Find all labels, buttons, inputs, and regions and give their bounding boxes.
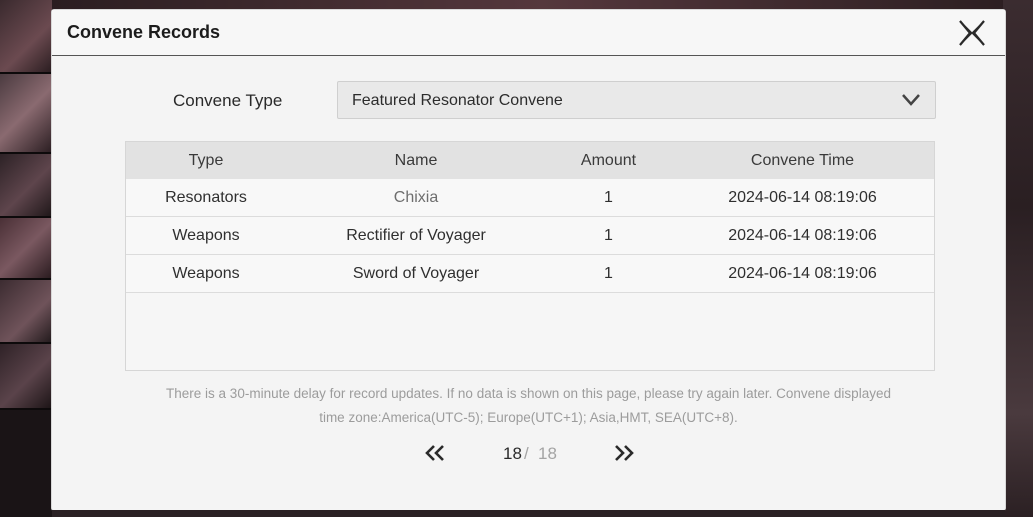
convene-type-select[interactable]: Featured Resonator Convene — [337, 81, 936, 119]
cell-time: 2024-06-14 08:19:06 — [728, 226, 877, 244]
header-name: Name — [394, 151, 438, 169]
cell-amount: 1 — [604, 188, 613, 206]
delay-notice: There is a 30-minute delay for record up… — [112, 382, 945, 430]
chevron-down-icon — [902, 94, 920, 106]
convene-type-filter: Convene Type Featured Resonator Convene — [52, 81, 1005, 119]
backdrop-thumbnail — [0, 280, 52, 344]
timezone-notice-line: time zone:America(UTC-5); Europe(UTC+1);… — [319, 410, 738, 425]
cell-amount: 1 — [604, 264, 613, 282]
cell-type: Resonators — [165, 188, 247, 206]
cell-amount: 1 — [604, 226, 613, 244]
double-chevron-left-icon[interactable] — [424, 444, 446, 462]
dialog-header: Convene Records — [52, 10, 1005, 56]
dialog-title: Convene Records — [67, 22, 221, 42]
table-header-row: Type Name Amount Convene Time — [126, 142, 934, 179]
header-convene-time: Convene Time — [750, 151, 855, 169]
page-separator: / — [524, 444, 529, 463]
cell-name: Rectifier of Voyager — [346, 226, 486, 244]
convene-type-label: Convene Type — [173, 91, 283, 110]
header-amount: Amount — [580, 151, 637, 169]
cell-name: Sword of Voyager — [352, 264, 480, 282]
current-page: 18 — [503, 444, 522, 463]
cell-time: 2024-06-14 08:19:06 — [728, 264, 877, 282]
double-chevron-right-icon[interactable] — [613, 444, 635, 462]
cell-time: 2024-06-14 08:19:06 — [728, 188, 877, 206]
backdrop-thumbnail — [0, 218, 52, 280]
close-button[interactable] — [957, 18, 987, 48]
backdrop-top — [52, 0, 1033, 10]
convene-records-dialog: Convene Records Convene Type Featured Re… — [52, 10, 1005, 510]
backdrop-thumbnail — [0, 154, 52, 218]
close-x-icon — [959, 20, 985, 46]
table-row: Resonators Chixia 1 2024-06-14 08:19:06 — [126, 179, 934, 217]
records-table: Type Name Amount Convene Time Resonators… — [125, 141, 935, 371]
delay-notice-line: There is a 30-minute delay for record up… — [166, 386, 891, 401]
total-pages: 18 — [538, 444, 557, 463]
header-type: Type — [188, 151, 224, 169]
backdrop-thumbnail — [0, 0, 52, 74]
backdrop-bottom — [52, 510, 1005, 517]
table-row: Weapons Sword of Voyager 1 2024-06-14 08… — [126, 255, 934, 293]
cell-type: Weapons — [172, 264, 240, 282]
cell-name: Chixia — [393, 188, 439, 206]
pagination: 18 / 18 — [52, 442, 1005, 466]
convene-type-selected-value: Featured Resonator Convene — [352, 92, 563, 109]
table-row: Weapons Rectifier of Voyager 1 2024-06-1… — [126, 217, 934, 255]
cell-type: Weapons — [172, 226, 240, 244]
backdrop-thumbnail — [0, 74, 52, 154]
backdrop-thumbnail — [0, 344, 52, 410]
backdrop-right-edge — [1003, 0, 1033, 517]
